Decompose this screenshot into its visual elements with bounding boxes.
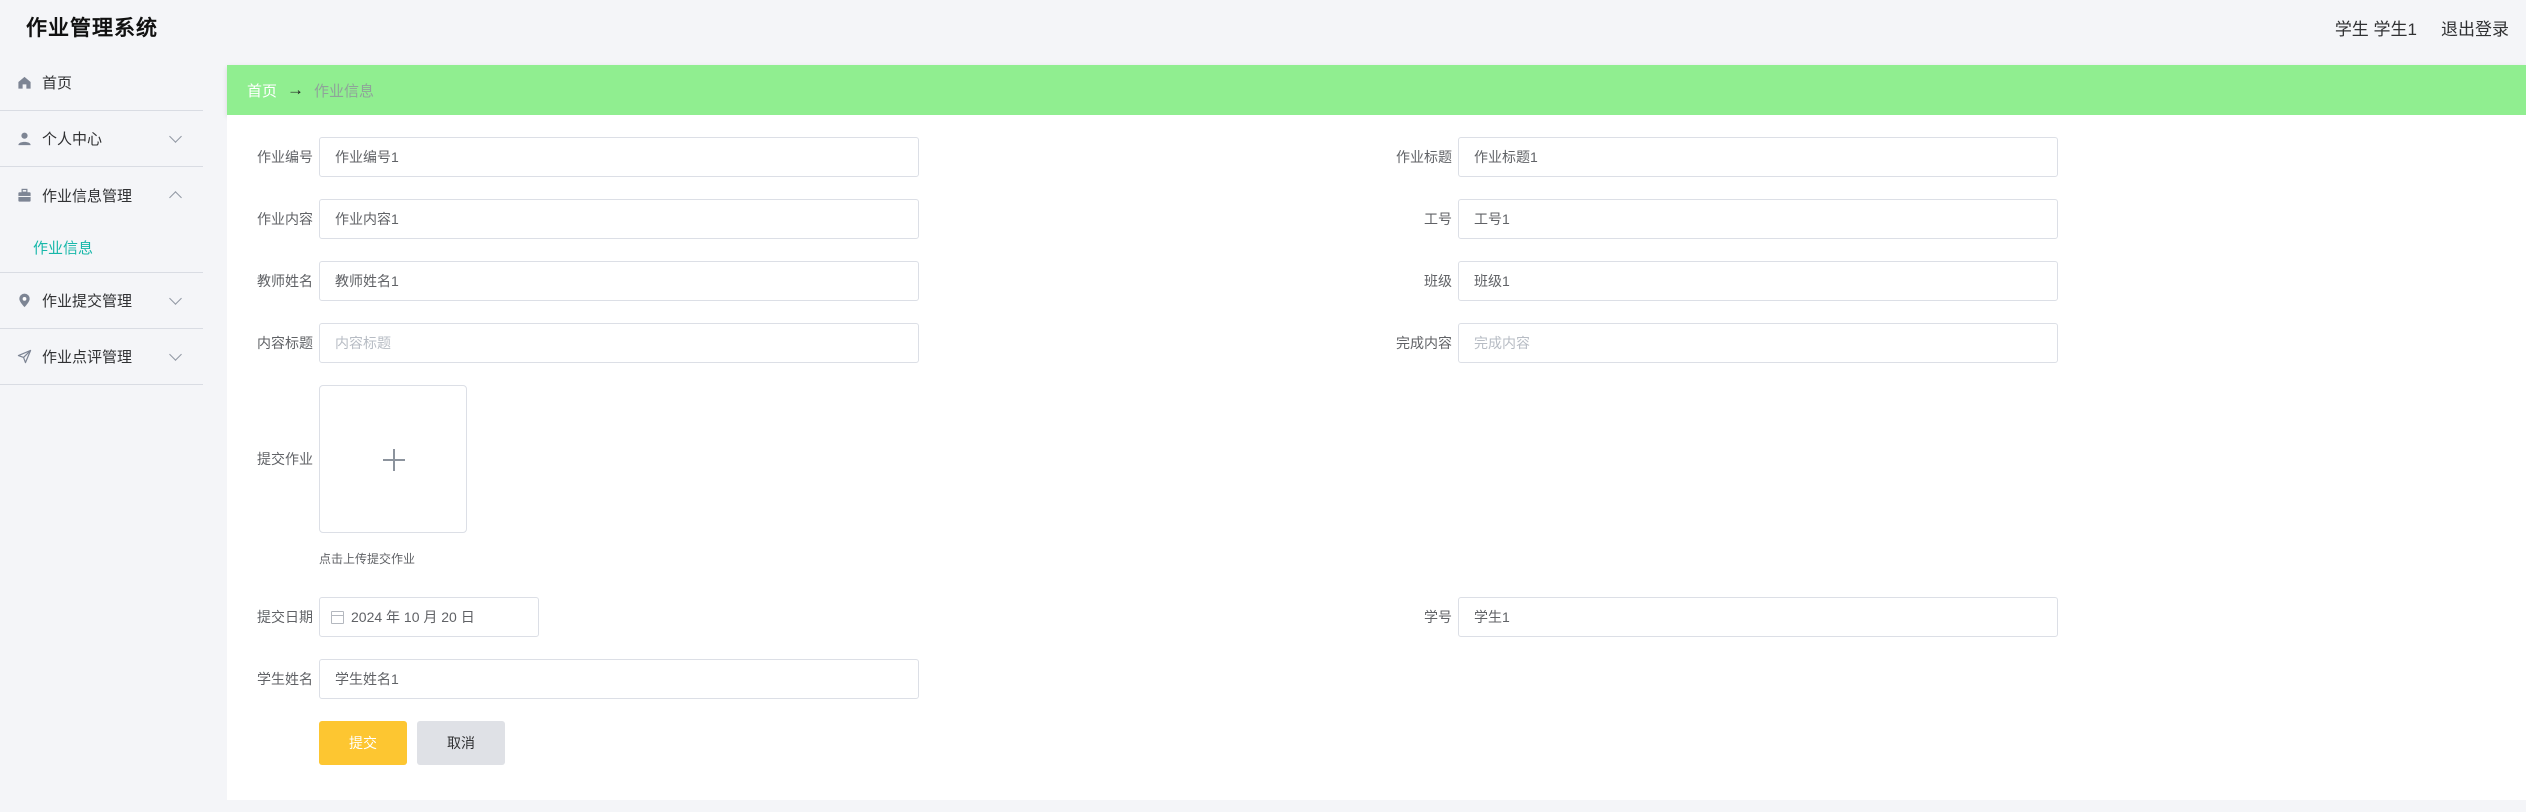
- upload-button[interactable]: [319, 385, 467, 533]
- sidebar-item-label: 作业信息管理: [42, 187, 133, 205]
- calendar-icon: [331, 610, 344, 624]
- top-header: 作业管理系统 学生 学生1 退出登录: [0, 0, 2526, 52]
- submit-date-picker[interactable]: 2024 年 10 月 20 日: [319, 597, 539, 637]
- hw-no-input[interactable]: [319, 137, 919, 177]
- briefcase-icon: [16, 187, 33, 204]
- hw-title-input[interactable]: [1458, 137, 2058, 177]
- chevron-down-icon: [169, 129, 182, 143]
- hw-no-label: 作业编号: [257, 149, 313, 165]
- chevron-down-icon: [169, 347, 182, 361]
- submit-date-value: 2024 年 10 月 20 日: [351, 609, 475, 625]
- sidebar-item-homework-info-mgmt[interactable]: 作业信息管理: [0, 167, 203, 223]
- home-icon: [16, 74, 33, 91]
- sidebar-subitem-homework-info[interactable]: 作业信息: [0, 223, 203, 273]
- hw-content-label: 作业内容: [257, 211, 313, 227]
- class-label: 班级: [1424, 273, 1452, 289]
- hw-title-label: 作业标题: [1396, 149, 1452, 165]
- student-no-input[interactable]: [1458, 597, 2058, 637]
- student-name-input[interactable]: [319, 659, 919, 699]
- sidebar-item-homework-review-mgmt[interactable]: 作业点评管理: [0, 329, 203, 385]
- sidebar-item-label: 作业点评管理: [42, 349, 133, 366]
- sidebar-item-personal-center[interactable]: 个人中心: [0, 111, 203, 167]
- app-title: 作业管理系统: [26, 17, 158, 40]
- student-name-label: 学生姓名: [257, 671, 313, 687]
- class-input[interactable]: [1458, 261, 2058, 301]
- sidebar-item-homework-submit-mgmt[interactable]: 作业提交管理: [0, 273, 203, 329]
- teacher-name-input[interactable]: [319, 261, 919, 301]
- plus-icon-vertical: [393, 449, 395, 471]
- cancel-button[interactable]: 取消: [417, 721, 505, 765]
- breadcrumb: 首页 → 作业信息: [227, 65, 2526, 115]
- done-content-input[interactable]: [1458, 323, 2058, 363]
- submit-date-label: 提交日期: [257, 609, 313, 625]
- sidebar-item-home[interactable]: 首页: [0, 55, 203, 111]
- content-title-input[interactable]: [319, 323, 919, 363]
- staff-no-input[interactable]: [1458, 199, 2058, 239]
- sidebar-item-label: 作业提交管理: [42, 293, 133, 310]
- user-icon: [16, 130, 33, 147]
- chevron-up-icon: [169, 191, 182, 204]
- upload-tip: 点击上传提交作业: [319, 552, 416, 566]
- teacher-name-label: 教师姓名: [257, 273, 313, 289]
- breadcrumb-current: 作业信息: [314, 82, 375, 100]
- chevron-down-icon: [169, 291, 182, 305]
- submit-file-label: 提交作业: [257, 451, 313, 467]
- sidebar-item-label: 首页: [42, 75, 73, 92]
- submit-button[interactable]: 提交: [319, 721, 407, 765]
- arrow-right-icon: →: [287, 80, 305, 99]
- logout-link[interactable]: 退出登录: [2441, 15, 2509, 40]
- sidebar: 首页 个人中心 作业信息管理 作业信息 作业提交管理 作业点评管理: [0, 55, 203, 385]
- location-icon: [16, 292, 33, 309]
- homework-form: 作业编号 作业标题 作业内容 工号 教师姓名 班级 内容标题 完成内容 提交作业…: [227, 115, 2526, 800]
- send-icon: [16, 348, 33, 365]
- student-no-label: 学号: [1424, 609, 1452, 625]
- done-content-label: 完成内容: [1396, 335, 1452, 351]
- sidebar-item-label: 个人中心: [42, 131, 103, 148]
- content-title-label: 内容标题: [257, 335, 313, 351]
- staff-no-label: 工号: [1424, 211, 1452, 227]
- hw-content-input[interactable]: [319, 199, 919, 239]
- current-user: 学生 学生1: [2334, 20, 2417, 39]
- breadcrumb-home[interactable]: 首页: [247, 80, 277, 101]
